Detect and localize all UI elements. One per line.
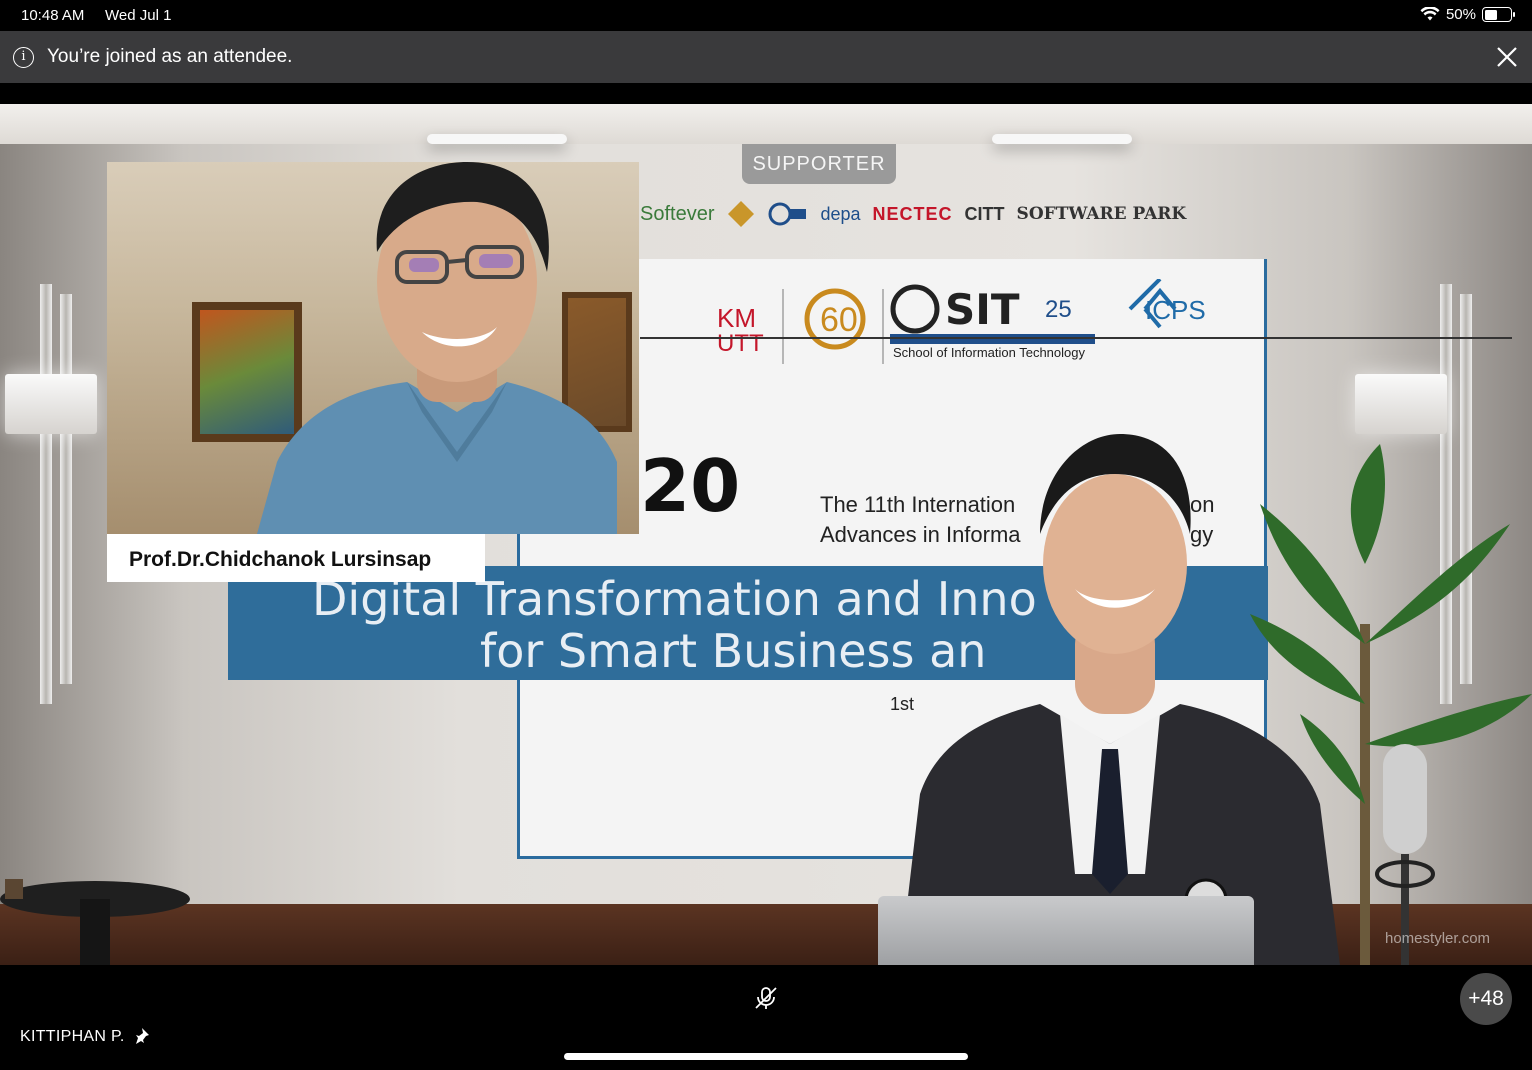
supporter-logos: Softever depa NECTEC CITT SOFTWARE PARK — [640, 194, 1270, 234]
attendee-banner: i You’re joined as an attendee. — [0, 31, 1532, 83]
info-icon: i — [13, 47, 34, 68]
more-participants-button[interactable]: +48 — [1460, 973, 1512, 1025]
wall-sconce — [1355, 374, 1447, 434]
pin-icon — [136, 1028, 149, 1044]
supporter-label: SUPPORTER — [742, 144, 896, 184]
institution-name: School of Information Technology — [893, 345, 1085, 360]
logo-nectec: NECTEC — [872, 203, 953, 224]
logo-software-park: SOFTWARE PARK — [1016, 204, 1187, 224]
close-icon[interactable] — [1494, 44, 1520, 70]
status-time: 10:48 AM — [21, 7, 85, 24]
svg-text:KM: KM — [717, 303, 756, 333]
status-right: 50% — [1420, 6, 1515, 23]
divider-line — [640, 337, 1512, 339]
logo-depa: depa — [820, 203, 861, 224]
watermark: homestyler.com — [1385, 930, 1491, 947]
ceiling-lamp — [427, 134, 567, 144]
host-presenter — [900, 434, 1340, 965]
banner-message: You’re joined as an attendee. — [47, 46, 293, 67]
wall-sconce-rail — [60, 294, 72, 684]
mic-muted-icon[interactable] — [753, 985, 779, 1011]
wall-sconce-rail — [40, 284, 52, 704]
status-bar: 10:48 AM Wed Jul 1 50% — [0, 0, 1532, 31]
ceiling-lamp — [992, 134, 1132, 144]
video-stage: SUPPORTER Softever depa NECTEC CITT SOFT… — [0, 104, 1532, 965]
svg-text:25: 25 — [1045, 296, 1072, 323]
status-date: Wed Jul 1 — [105, 7, 172, 24]
svg-text:ICPS: ICPS — [1145, 295, 1206, 325]
wall-sconce — [5, 374, 97, 434]
home-indicator[interactable] — [564, 1053, 968, 1060]
laptop — [878, 896, 1254, 965]
conference-year: 20 — [640, 444, 741, 528]
svg-text:SIT: SIT — [945, 285, 1020, 334]
svg-text:UTT: UTT — [717, 330, 764, 357]
thai-logo-icon — [728, 201, 755, 227]
speaker-video — [107, 162, 639, 534]
svg-text:60: 60 — [820, 301, 858, 339]
tce-logo-icon — [768, 202, 807, 226]
battery-percent: 50% — [1445, 6, 1476, 23]
presenter-name: KITTIPHAN P. — [20, 1028, 125, 1045]
battery-icon — [1482, 7, 1515, 22]
logo-citt: CITT — [964, 203, 1005, 224]
speaker-person — [257, 162, 617, 534]
ceiling — [0, 104, 1532, 144]
speaker-name-plate: Prof.Dr.Chidchanok Lursinsap — [107, 534, 485, 582]
wifi-icon — [1420, 7, 1440, 21]
logo-softever: Softever — [640, 202, 715, 225]
side-table — [0, 879, 190, 965]
